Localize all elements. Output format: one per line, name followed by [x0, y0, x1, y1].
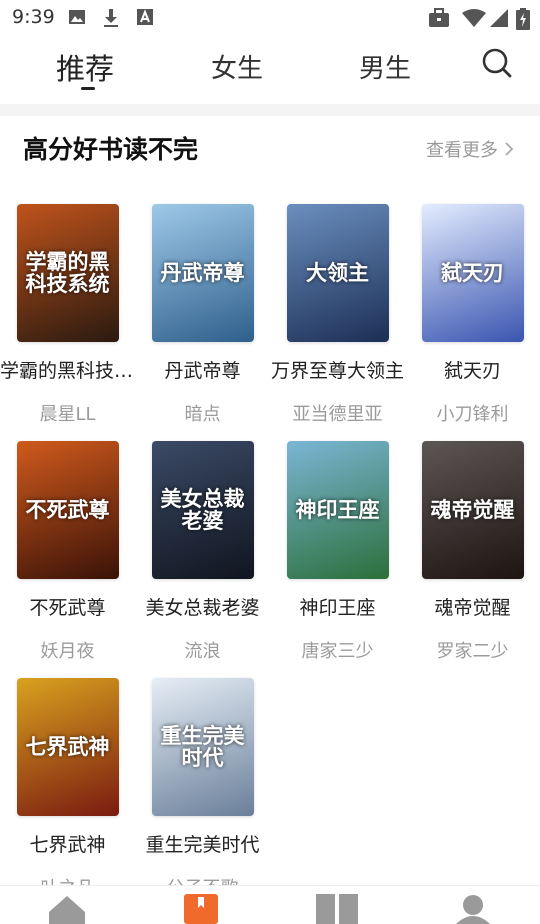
- book-item[interactable]: 神印王座 神印王座 唐家三少: [270, 441, 405, 663]
- bottom-navigation: [0, 885, 540, 924]
- book-title: 丹武帝尊: [164, 360, 241, 382]
- tab-recommend[interactable]: 推荐: [56, 46, 114, 88]
- book-cover[interactable]: 美女总裁老婆: [151, 441, 254, 579]
- book-author: 流浪: [184, 641, 221, 662]
- book-author: 罗家二少: [436, 641, 509, 662]
- book-item[interactable]: 弑天刃 弑天刃 小刀锋利: [405, 204, 540, 426]
- book-cover[interactable]: 神印王座: [286, 441, 389, 579]
- book-author: 亚当德里亚: [292, 404, 383, 425]
- book-cover-title: 魂帝觉醒: [430, 497, 515, 522]
- book-cover[interactable]: 魂帝觉醒: [421, 441, 524, 579]
- book-title: 美女总裁老婆: [145, 597, 260, 619]
- tab-male[interactable]: 男生: [359, 48, 411, 85]
- search-icon[interactable]: [480, 46, 514, 80]
- book-author: 晨星LL: [39, 404, 96, 425]
- section-divider: [0, 104, 540, 116]
- view-more-link[interactable]: 查看更多: [426, 136, 514, 162]
- book-cover-title: 七界武神: [25, 734, 110, 759]
- chevron-right-icon: [505, 142, 514, 156]
- image-icon: [69, 10, 85, 24]
- book-title: 不死武尊: [29, 597, 106, 619]
- briefcase-icon: [429, 8, 449, 27]
- book-author: 妖月夜: [40, 641, 95, 662]
- book-cover-title: 不死武尊: [25, 497, 110, 522]
- book-cover[interactable]: 大领主: [286, 204, 389, 342]
- category-tabs: 推荐 女生 男生: [0, 36, 540, 106]
- book-cover-title: 大领主: [306, 260, 369, 285]
- tab-active-indicator: [81, 87, 95, 90]
- book-item[interactable]: 不死武尊 不死武尊 妖月夜: [0, 441, 135, 663]
- book-item[interactable]: 魂帝觉醒 魂帝觉醒 罗家二少: [405, 441, 540, 663]
- battery-icon: [516, 8, 530, 30]
- book-cover-title: 神印王座: [295, 497, 380, 522]
- signal-icon: [490, 9, 508, 27]
- book-title: 神印王座: [299, 597, 376, 619]
- book-item[interactable]: 大领主万界至尊大领主 亚当德里亚: [270, 204, 405, 426]
- book-item[interactable]: 学霸的黑科技系统学霸的黑科技系统晨星LL: [0, 204, 135, 426]
- book-title: 重生完美时代: [145, 834, 260, 856]
- book-cover[interactable]: 弑天刃: [421, 204, 524, 342]
- book-cover-title: 弑天刃: [441, 260, 504, 285]
- download-icon: [104, 9, 118, 27]
- book-cover-title: 学霸的黑科技系统: [25, 249, 110, 296]
- font-icon: [137, 9, 153, 25]
- book-cover[interactable]: 七界武神: [16, 678, 119, 816]
- book-item[interactable]: 美女总裁老婆 美女总裁老婆 流浪: [135, 441, 270, 663]
- book-cover[interactable]: 重生完美时代: [151, 678, 254, 816]
- book-item[interactable]: 七界武神七界武神叶之凡: [0, 678, 135, 900]
- book-cover-title: 美女总裁老婆: [160, 486, 245, 533]
- book-author: 暗点: [184, 404, 221, 425]
- book-title: 万界至尊大领主: [270, 360, 404, 382]
- book-title: 魂帝觉醒: [434, 597, 511, 619]
- view-more-label: 查看更多: [426, 140, 498, 161]
- section-title: 高分好书读不完: [23, 135, 199, 164]
- book-cover[interactable]: 不死武尊: [16, 441, 119, 579]
- wifi-icon: [462, 9, 486, 27]
- book-author: 唐家三少: [301, 641, 374, 662]
- book-cover[interactable]: 丹武帝尊: [151, 204, 254, 342]
- book-title: 七界武神: [29, 834, 106, 856]
- status-bar: 9:39: [0, 0, 540, 36]
- book-title: 学霸的黑科技系统: [0, 360, 135, 382]
- book-author: 小刀锋利: [436, 404, 509, 425]
- book-item[interactable]: 重生完美时代重生完美时代公子不歌: [135, 678, 270, 900]
- status-time: 9:39: [12, 6, 55, 28]
- book-title: 弑天刃: [443, 360, 501, 382]
- book-cover-title: 重生完美时代: [160, 723, 245, 770]
- book-item[interactable]: 丹武帝尊 丹武帝尊 暗点: [135, 204, 270, 426]
- book-cover-title: 丹武帝尊: [160, 260, 245, 285]
- tab-female[interactable]: 女生: [211, 48, 263, 85]
- book-cover[interactable]: 学霸的黑科技系统: [16, 204, 119, 342]
